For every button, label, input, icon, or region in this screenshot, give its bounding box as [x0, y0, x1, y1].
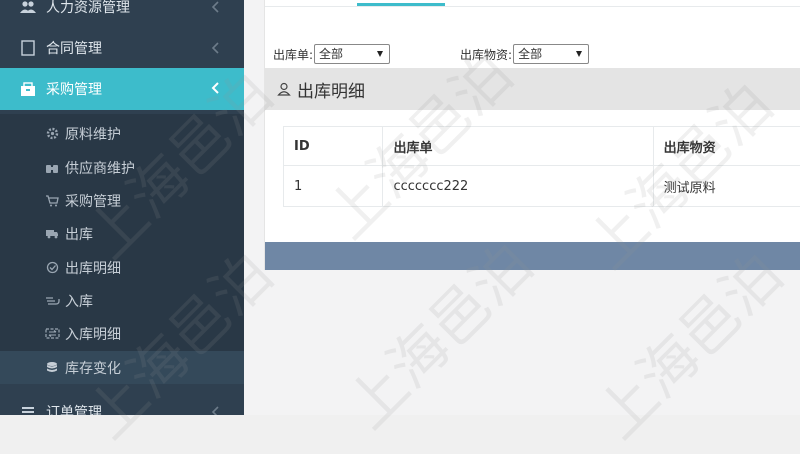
main-area: 出库单: 全部 出库物资: 全部 出库明细 ID 出库单 出库物资	[244, 0, 800, 415]
out-order-label: 出库单:	[273, 46, 313, 64]
purchase-submenu: 原料维护 供应商维护 采购管理 出库 出库明细	[0, 114, 244, 384]
submenu-label: 库存变化	[65, 358, 121, 378]
submenu-label: 入库明细	[65, 324, 121, 344]
dropdown-arrow-icon	[377, 51, 383, 57]
binoculars-icon	[44, 160, 60, 176]
check-circle-icon	[44, 260, 60, 276]
submenu-item-outbound[interactable]: 出库	[0, 217, 244, 250]
sidebar: 人力资源管理 合同管理 采购管理 原料维护 供应商维护	[0, 0, 244, 415]
out-order-select-value: 全部	[319, 47, 343, 61]
outbound-detail-table: ID 出库单 出库物资 1 ccccccc222 测试原料	[283, 126, 800, 207]
submenu-label: 采购管理	[65, 191, 121, 211]
database-icon	[44, 360, 60, 376]
panel-header: 出库明细	[265, 68, 800, 110]
user-icon	[277, 81, 293, 97]
gear-icon	[44, 126, 60, 142]
chevron-left-icon	[208, 404, 224, 415]
table-header-row: ID 出库单 出库物资	[284, 127, 800, 166]
panel-title: 出库明细	[297, 77, 365, 102]
hand-icon	[44, 293, 60, 309]
users-icon	[18, 0, 38, 17]
tab-divider	[265, 6, 800, 7]
out-goods-label: 出库物资:	[460, 46, 512, 64]
cell-order: ccccccc222	[383, 166, 653, 207]
out-order-select[interactable]: 全部	[314, 44, 390, 64]
sidebar-item-label: 人力资源管理	[46, 0, 130, 17]
sidebar-item-purchase[interactable]: 采购管理	[0, 68, 244, 110]
submenu-label: 出库	[65, 224, 93, 244]
filter-bar: 出库单: 全部 出库物资: 全部	[273, 40, 589, 64]
truck-icon	[44, 226, 60, 242]
chevron-left-icon	[208, 40, 224, 56]
out-goods-select-value: 全部	[518, 47, 542, 61]
sidebar-item-label: 订单管理	[46, 402, 102, 415]
submenu-label: 出库明细	[65, 258, 121, 278]
cart-icon	[44, 193, 60, 209]
active-tab-indicator[interactable]	[357, 3, 445, 6]
submenu-item-inbound-detail[interactable]: 入库明细	[0, 317, 244, 350]
content-card: 出库单: 全部 出库物资: 全部 出库明细 ID 出库单 出库物资	[264, 0, 800, 270]
table-row[interactable]: 1 ccccccc222 测试原料	[284, 166, 800, 207]
col-header-order[interactable]: 出库单	[383, 127, 653, 166]
submenu-item-purchase[interactable]: 采购管理	[0, 184, 244, 217]
col-header-id[interactable]: ID	[284, 127, 383, 166]
col-header-goods[interactable]: 出库物资	[653, 127, 800, 166]
submenu-item-material[interactable]: 原料维护	[0, 117, 244, 150]
cell-id: 1	[284, 166, 383, 207]
sidebar-item-order[interactable]: 订单管理	[0, 392, 244, 415]
submenu-label: 入库	[65, 291, 93, 311]
sidebar-item-label: 合同管理	[46, 38, 102, 58]
exchange-icon	[44, 326, 60, 342]
submenu-label: 供应商维护	[65, 158, 135, 178]
list-icon	[18, 402, 38, 415]
chevron-left-icon	[208, 0, 224, 15]
submenu-item-inbound[interactable]: 入库	[0, 284, 244, 317]
submenu-item-supplier[interactable]: 供应商维护	[0, 151, 244, 184]
submenu-label: 原料维护	[65, 124, 121, 144]
document-icon	[18, 38, 38, 58]
submenu-item-inventory-change[interactable]: 库存变化	[0, 351, 244, 384]
sidebar-item-hr[interactable]: 人力资源管理	[0, 0, 244, 27]
footer-bar	[265, 242, 800, 270]
sidebar-item-label: 采购管理	[46, 79, 102, 99]
cell-goods: 测试原料	[653, 166, 800, 207]
submenu-item-outbound-detail[interactable]: 出库明细	[0, 251, 244, 284]
chevron-left-icon	[208, 80, 224, 96]
dropdown-arrow-icon	[576, 51, 582, 57]
sidebar-item-contract[interactable]: 合同管理	[0, 28, 244, 68]
out-goods-select[interactable]: 全部	[513, 44, 589, 64]
basket-icon	[18, 79, 38, 99]
